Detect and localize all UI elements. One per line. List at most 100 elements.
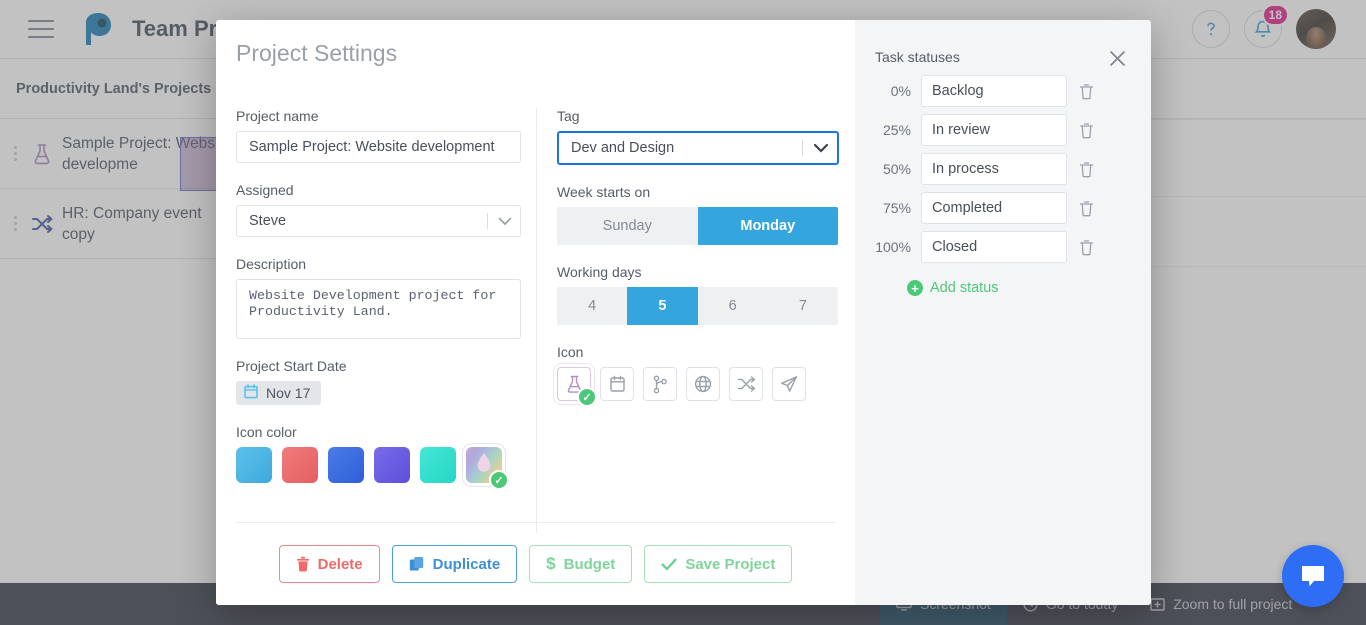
status-name-input[interactable] [921,75,1067,107]
delete-status-button[interactable] [1079,122,1094,139]
selected-check-icon: ✓ [489,470,509,490]
assigned-select[interactable]: Steve [236,205,521,237]
dialog-title: Project Settings [236,40,398,66]
shuffle-icon [22,214,62,234]
color-swatch-light-blue[interactable] [236,447,272,483]
chat-bubble-icon[interactable] [1282,545,1344,607]
working-days-option-4[interactable]: 4 [557,287,627,325]
trash-icon [1079,161,1094,177]
topbar-actions: 18 [1192,4,1350,49]
delete-status-button[interactable] [1079,200,1094,217]
question-mark-icon[interactable] [1192,10,1230,48]
week-starts-on-label: Week starts on [557,184,651,200]
trash-icon [1079,122,1094,138]
duplicate-button[interactable]: Duplicate [391,545,518,583]
color-swatch-multicolor[interactable]: ✓ [466,447,509,490]
budget-button[interactable]: $ Budget [529,545,633,583]
project-start-date-button[interactable]: Nov 17 [236,381,322,405]
description-label: Description [236,256,307,272]
notification-badge: 18 [1261,4,1289,26]
delete-status-button[interactable] [1079,161,1094,178]
dialog-columns: Project name Assigned Steve Description … [216,108,855,533]
list-item-label: HR: Company event copy [62,204,202,243]
icon-option-shuffle[interactable] [729,367,763,401]
working-days-option-6[interactable]: 6 [698,287,768,325]
zoom-icon [1150,597,1165,611]
project-start-date-value: Nov 17 [266,385,311,401]
status-name-input[interactable] [921,192,1067,224]
drag-handle-icon[interactable] [8,146,22,161]
selected-check-icon: ✓ [577,387,597,407]
status-name-input[interactable] [921,231,1067,263]
save-project-button[interactable]: Save Project [644,545,793,583]
user-avatar[interactable] [1296,9,1336,49]
icon-color-label: Icon color [236,424,297,440]
zoom-to-full-project-label: Zoom to full project [1173,596,1293,612]
projects-list-title: Productivity Land's Projects [16,80,212,97]
table-row: 75% [855,192,1151,224]
icon-option-flask[interactable]: ✓ [557,367,597,407]
calendar-icon [244,384,258,402]
week-option-monday[interactable]: Monday [697,207,838,245]
dialog-main-panel: Project Settings Project name Assigned S… [216,20,855,605]
icon-label: Icon [557,344,584,360]
color-swatch-purple[interactable] [374,447,410,483]
hamburger-menu-icon[interactable] [28,20,54,38]
table-row: 0% [855,75,1151,107]
description-textarea[interactable]: Website Development project for Producti… [236,279,521,339]
tag-label: Tag [557,108,580,124]
check-icon [661,558,677,570]
status-percent: 100% [875,239,911,255]
close-icon[interactable] [1103,44,1131,72]
assigned-value: Steve [249,213,287,229]
working-days-option-7[interactable]: 7 [768,287,838,325]
save-project-label: Save Project [685,555,776,573]
budget-label: Budget [563,555,616,573]
assigned-label: Assigned [236,182,294,198]
plus-circle-icon: + [907,280,923,296]
status-percent: 50% [882,161,911,177]
tag-select[interactable]: Dev and Design [557,131,839,165]
trash-icon [1079,200,1094,216]
delete-status-button[interactable] [1079,83,1094,100]
duplicate-label: Duplicate [432,555,501,573]
icon-option-git-branch[interactable] [643,367,677,401]
week-starts-on-toggle: Sunday Monday [557,207,838,245]
delete-button[interactable]: Delete [278,545,380,583]
chevron-down-icon [813,143,829,153]
dialog-footer: Delete Duplicate $ Budget Save Project [216,545,855,583]
week-option-sunday[interactable]: Sunday [557,207,698,245]
shuffle-icon [737,376,755,392]
trash-icon [296,556,309,572]
divider [802,140,803,156]
table-row: 100% [855,231,1151,263]
zoom-to-full-project-button[interactable]: Zoom to full project [1134,583,1308,625]
icon-option-paper-plane[interactable] [772,367,806,401]
chevron-down-icon [498,217,512,226]
color-swatch-royal-blue[interactable] [328,447,364,483]
add-status-button[interactable]: + Add status [907,280,1151,296]
working-days-label: Working days [557,264,642,280]
project-name-input[interactable] [236,131,521,163]
status-name-input[interactable] [921,114,1067,146]
delete-status-button[interactable] [1079,239,1094,256]
color-swatch-turquoise[interactable] [420,447,456,483]
working-days-toggle: 4 5 6 7 [557,287,838,325]
dollar-icon: $ [546,554,556,573]
project-start-date-label: Project Start Date [236,358,347,374]
working-days-option-5[interactable]: 5 [627,287,698,325]
project-name-label: Project name [236,108,319,124]
table-row: 50% [855,153,1151,185]
icon-option-globe[interactable] [686,367,720,401]
divider [236,522,835,523]
trash-icon [1079,83,1094,99]
status-name-input[interactable] [921,153,1067,185]
color-swatch-coral-red[interactable] [282,447,318,483]
drag-handle-icon[interactable] [8,216,22,231]
status-percent: 75% [882,200,911,216]
icon-option-calendar[interactable] [600,367,634,401]
copy-icon [409,557,423,571]
p-logo-icon [80,11,114,47]
bell-icon[interactable]: 18 [1244,4,1289,48]
dialog-column-middle: Tag Dev and Design Week starts on Sunday… [536,108,855,533]
